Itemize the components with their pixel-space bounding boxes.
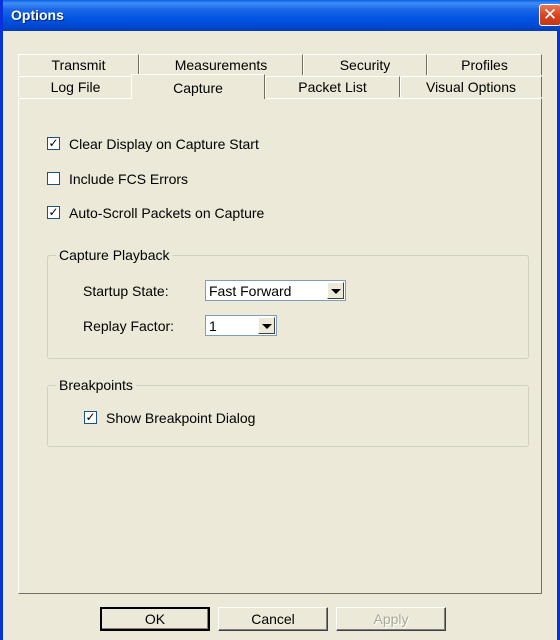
breakpoints-title: Breakpoints (56, 377, 136, 393)
tab-packet-list[interactable]: Packet List (265, 76, 400, 97)
tab-label: Log File (50, 79, 101, 95)
show-breakpoint-label: Show Breakpoint Dialog (106, 410, 256, 426)
include-fcs-checkbox[interactable] (47, 172, 60, 185)
tab-transmit[interactable]: Transmit (18, 54, 139, 75)
tab-label: Packet List (298, 79, 367, 95)
tab-label: Visual Options (425, 79, 516, 95)
chevron-down-icon[interactable] (258, 317, 275, 334)
tab-measurements[interactable]: Measurements (139, 54, 303, 75)
startup-state-label: Startup State: (83, 283, 169, 299)
clear-display-checkbox[interactable]: ✓ (47, 137, 60, 150)
title-bar[interactable]: Options ✕ (3, 0, 560, 31)
tab-label: Capture (173, 80, 223, 96)
startup-state-value: Fast Forward (209, 283, 292, 299)
replay-factor-label: Replay Factor: (83, 318, 175, 334)
window-title: Options (11, 7, 64, 23)
show-breakpoint-checkbox[interactable]: ✓ (84, 411, 97, 424)
auto-scroll-checkbox[interactable]: ✓ (47, 206, 60, 219)
apply-button[interactable]: Apply (336, 607, 446, 631)
tab-label: Measurements (174, 57, 268, 73)
clear-display-label: Clear Display on Capture Start (69, 136, 259, 152)
close-button[interactable]: ✕ (539, 4, 560, 26)
include-fcs-label: Include FCS Errors (69, 171, 189, 187)
tab-label: Transmit (51, 57, 106, 73)
tab-label: Profiles (461, 57, 508, 73)
tab-visual-options[interactable]: Visual Options (400, 76, 542, 97)
options-dialog: Options ✕ Transmit Measurements Security… (0, 0, 560, 640)
tab-log-file[interactable]: Log File (18, 76, 133, 97)
replay-factor-value: 1 (209, 318, 217, 334)
close-icon: ✕ (542, 5, 558, 24)
capture-playback-group: Capture Playback (47, 247, 529, 359)
check-icon: ✓ (48, 205, 59, 219)
tab-label: Security (339, 57, 391, 73)
check-icon: ✓ (85, 410, 96, 424)
tab-capture[interactable]: Capture (131, 74, 265, 99)
chevron-down-icon[interactable] (327, 282, 344, 299)
check-icon: ✓ (48, 136, 59, 150)
auto-scroll-label: Auto-Scroll Packets on Capture (69, 205, 265, 221)
ok-button[interactable]: OK (100, 607, 210, 631)
startup-state-select[interactable]: Fast Forward (205, 280, 346, 301)
capture-playback-title: Capture Playback (56, 247, 173, 263)
cancel-button[interactable]: Cancel (218, 607, 328, 631)
tab-profiles[interactable]: Profiles (427, 54, 542, 75)
tab-security[interactable]: Security (303, 54, 427, 75)
replay-factor-select[interactable]: 1 (205, 315, 277, 336)
